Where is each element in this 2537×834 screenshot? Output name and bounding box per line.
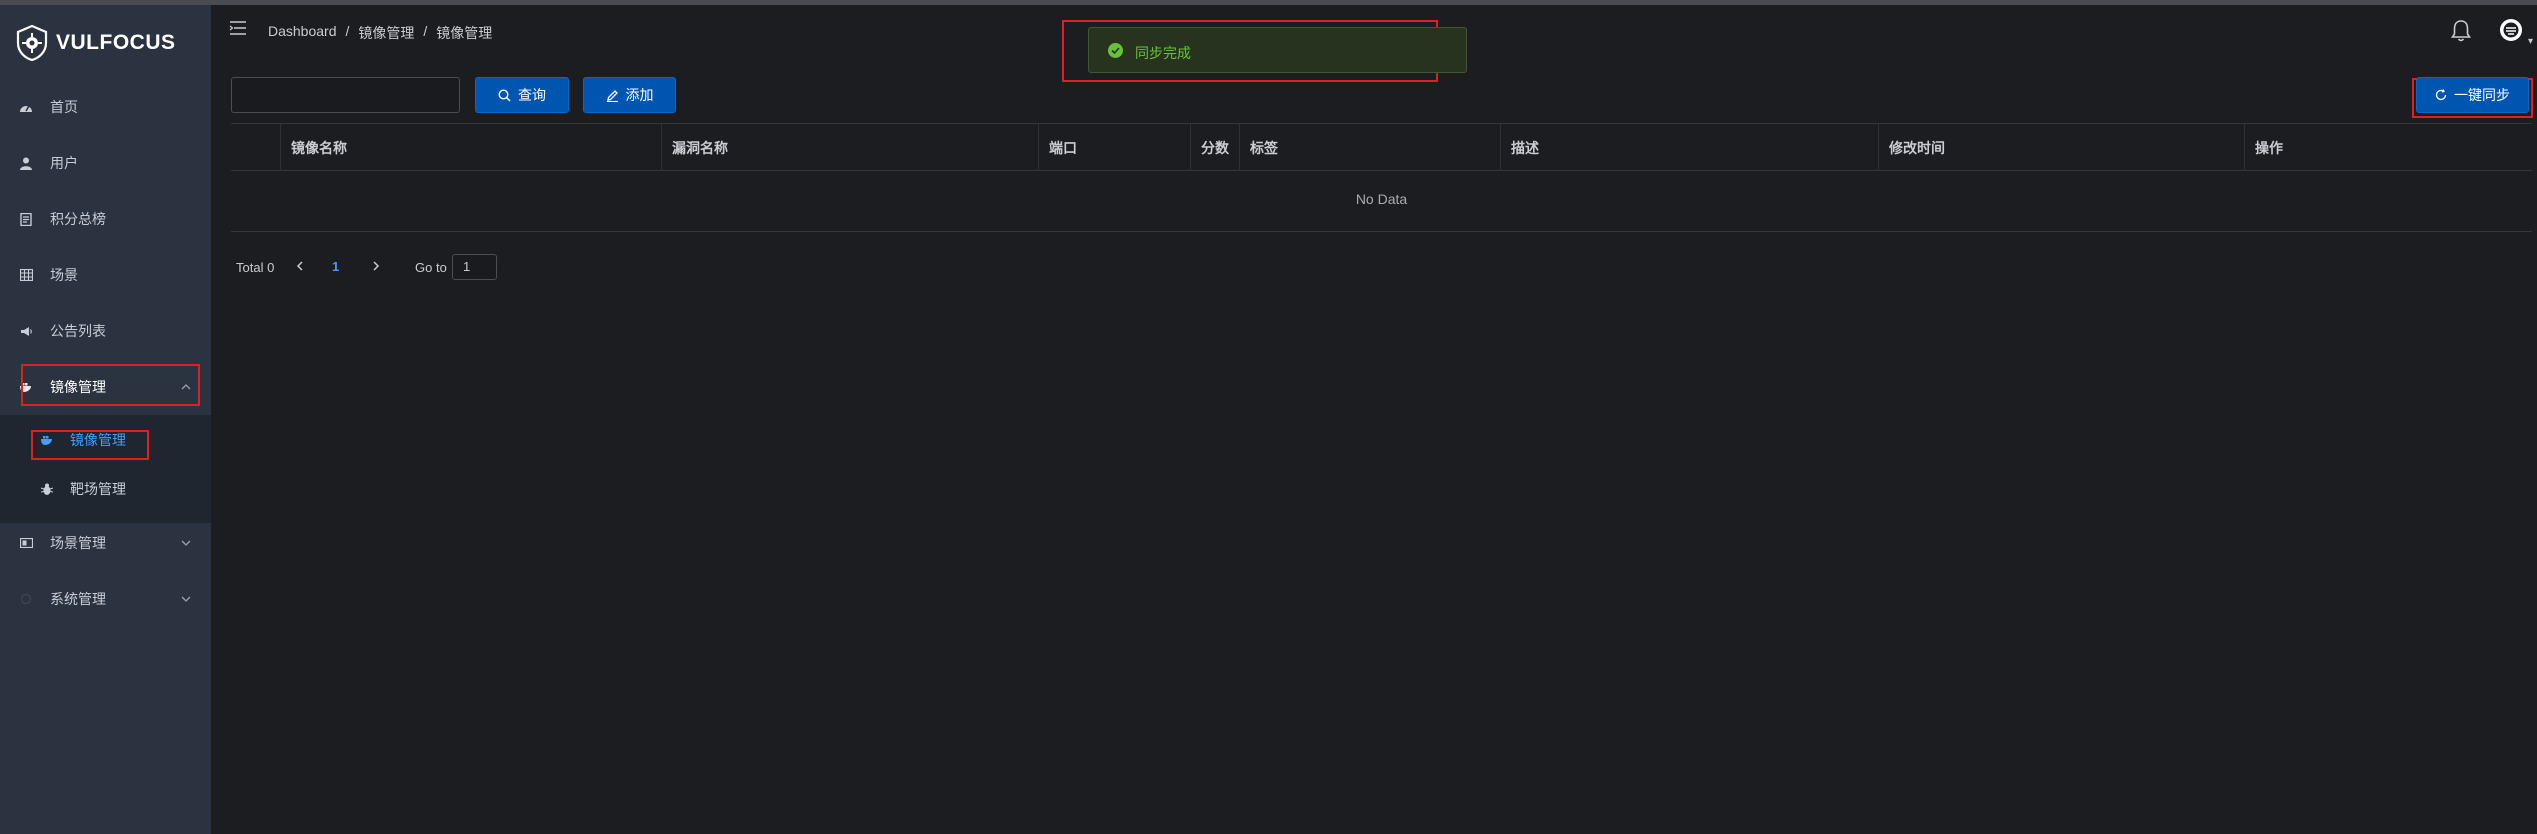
shield-logo-icon bbox=[16, 25, 48, 61]
submenu-item-image-management[interactable]: 镜像管理 bbox=[0, 418, 211, 462]
chevron-up-icon bbox=[181, 381, 191, 393]
breadcrumb-item-current: 镜像管理 bbox=[436, 25, 493, 41]
search-icon bbox=[498, 88, 511, 102]
breadcrumb: Dashboard / 镜像管理 / 镜像管理 bbox=[268, 23, 492, 43]
logo-text: VULFOCUS bbox=[56, 31, 176, 54]
toast-message: 同步完成 bbox=[1135, 45, 1191, 61]
sidebar-item-label: 用户 bbox=[50, 155, 78, 171]
dashboard-icon bbox=[19, 100, 33, 114]
scene-icon bbox=[19, 536, 33, 550]
breadcrumb-item-dashboard[interactable]: Dashboard bbox=[268, 23, 337, 43]
sidebar-item-scene-management[interactable]: 场景管理 bbox=[0, 515, 211, 571]
sidebar-item-label: 公告列表 bbox=[50, 323, 106, 339]
pagination-goto-input[interactable]: 1 bbox=[452, 254, 497, 280]
sidebar-item-label: 镜像管理 bbox=[50, 379, 106, 395]
pagination-total: Total 0 bbox=[236, 260, 275, 275]
add-button[interactable]: 添加 bbox=[583, 77, 676, 113]
sidebar-item-label: 场景管理 bbox=[50, 535, 106, 551]
bell-icon[interactable] bbox=[2450, 19, 2472, 43]
sidebar-item-image-management[interactable]: 镜像管理 bbox=[0, 359, 211, 415]
pagination-current-page[interactable]: 1 bbox=[332, 259, 339, 274]
submenu-item-range-management[interactable]: 靶场管理 bbox=[0, 467, 211, 511]
breadcrumb-separator: / bbox=[345, 23, 350, 39]
success-toast: 同步完成 bbox=[1088, 27, 1467, 73]
hamburger-icon[interactable] bbox=[229, 21, 247, 35]
sidebar-item-label: 首页 bbox=[50, 99, 78, 115]
sidebar-item-leaderboard[interactable]: 积分总榜 bbox=[0, 191, 211, 247]
search-input[interactable] bbox=[231, 77, 460, 113]
bug-icon bbox=[40, 482, 54, 496]
refresh-icon bbox=[2435, 89, 2447, 101]
image-table: 镜像名称 漏洞名称 端口 分数 标签 描述 修改时间 操作 No Data bbox=[231, 123, 2532, 232]
submenu-item-label: 靶场管理 bbox=[70, 481, 126, 497]
column-header-score: 分数 bbox=[1191, 124, 1240, 171]
check-circle-icon bbox=[1108, 43, 1123, 58]
column-header-actions: 操作 bbox=[2255, 139, 2283, 156]
table-body: No Data bbox=[231, 171, 2532, 232]
edit-icon bbox=[606, 89, 619, 102]
docker-icon bbox=[40, 433, 54, 447]
add-button-label: 添加 bbox=[625, 87, 654, 103]
sidebar-item-scene[interactable]: 场景 bbox=[0, 247, 211, 303]
sidebar-item-label: 系统管理 bbox=[50, 591, 106, 607]
caret-down-icon[interactable]: ▾ bbox=[2528, 36, 2533, 47]
chevron-down-icon bbox=[181, 593, 191, 605]
sidebar-item-home[interactable]: 首页 bbox=[0, 79, 211, 135]
query-button-label: 查询 bbox=[518, 87, 546, 103]
pagination-goto-label: Go to bbox=[415, 260, 447, 275]
sidebar-item-system-management[interactable]: 系统管理 bbox=[0, 571, 211, 627]
column-header-image-name: 镜像名称 bbox=[281, 124, 662, 171]
sync-button-label: 一键同步 bbox=[2454, 87, 2510, 103]
column-header-port: 端口 bbox=[1039, 124, 1191, 171]
user-icon bbox=[19, 156, 33, 170]
grid-icon bbox=[19, 268, 33, 282]
chevron-right-icon[interactable] bbox=[369, 258, 383, 274]
query-button[interactable]: 查询 bbox=[475, 77, 569, 113]
column-header-description: 描述 bbox=[1501, 124, 1879, 171]
sidebar-item-announcements[interactable]: 公告列表 bbox=[0, 303, 211, 359]
chevron-down-icon bbox=[181, 537, 191, 549]
one-click-sync-button[interactable]: 一键同步 bbox=[2416, 77, 2529, 113]
table-header: 镜像名称 漏洞名称 端口 分数 标签 描述 修改时间 操作 bbox=[231, 123, 2532, 171]
megaphone-icon bbox=[19, 324, 33, 338]
column-header-selection bbox=[231, 124, 281, 171]
document-icon bbox=[19, 212, 33, 226]
submenu-item-label: 镜像管理 bbox=[70, 432, 126, 448]
sidebar-item-label: 场景 bbox=[50, 267, 78, 283]
submenu-image-management: 镜像管理 靶场管理 bbox=[0, 415, 211, 523]
column-header-modified-time: 修改时间 bbox=[1879, 124, 2245, 171]
breadcrumb-separator: / bbox=[423, 23, 428, 39]
column-header-tags: 标签 bbox=[1240, 124, 1501, 171]
column-header-vuln-name: 漏洞名称 bbox=[662, 124, 1039, 171]
window-top-bar bbox=[0, 0, 2537, 5]
chevron-left-icon[interactable] bbox=[293, 258, 307, 274]
logo[interactable]: VULFOCUS bbox=[16, 25, 176, 61]
avatar[interactable] bbox=[2499, 18, 2523, 42]
empty-text: No Data bbox=[1355, 191, 1408, 207]
docker-icon bbox=[19, 380, 33, 394]
sidebar-item-label: 积分总榜 bbox=[50, 211, 106, 227]
sidebar-item-user[interactable]: 用户 bbox=[0, 135, 211, 191]
settings-icon bbox=[19, 592, 33, 606]
breadcrumb-item-image-management[interactable]: 镜像管理 bbox=[358, 23, 414, 43]
